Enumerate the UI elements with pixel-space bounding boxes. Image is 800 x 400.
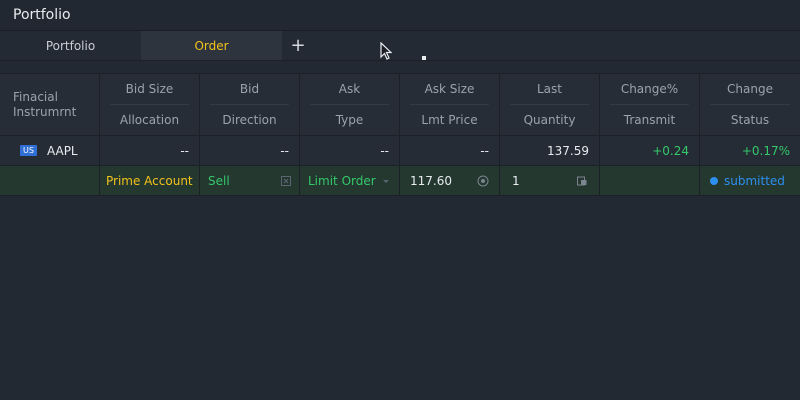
tab-portfolio[interactable]: Portfolio — [0, 31, 141, 60]
order-type-dropdown[interactable]: Limit Order — [300, 166, 400, 195]
order-row[interactable]: Prime Account Sell Limit Order 117.60 1 — [0, 166, 800, 196]
header-ask-size: Ask Size — [424, 82, 475, 96]
header-last-quantity: Last Quantity — [500, 74, 600, 135]
header-bidsize-allocation: Bid Size Allocation — [100, 74, 200, 135]
transmit-cell[interactable] — [600, 166, 700, 195]
bid-size-cell: -- — [100, 136, 200, 165]
symbol: AAPL — [46, 143, 78, 158]
direction-cell[interactable]: Sell — [200, 166, 300, 195]
bid-cell: -- — [200, 136, 300, 165]
last-cell: 137.59 — [500, 136, 600, 165]
window-title-text: Portfolio — [13, 7, 71, 23]
header-quantity: Quantity — [523, 113, 576, 127]
header-bid-direction: Bid Direction — [200, 74, 300, 135]
quantity-input[interactable]: 1 — [500, 166, 600, 195]
header-asksize-lmtprice: Ask Size Lmt Price — [400, 74, 500, 135]
ask-size-cell: -- — [400, 136, 500, 165]
direction-toggle-icon[interactable] — [281, 175, 291, 186]
window-title: Portfolio — [0, 0, 800, 31]
quote-row[interactable]: US AAPL -- -- -- -- 137.59 +0.24 +0.17% — [0, 136, 800, 166]
header-changepct-transmit: Change% Transmit — [600, 74, 700, 135]
mouse-pointer-icon — [380, 42, 392, 60]
plus-icon: + — [290, 35, 306, 56]
table-header-row: Finacial Instrumrnt Bid Size Allocation … — [0, 74, 800, 136]
header-bid: Bid — [239, 82, 260, 96]
lmt-price-value: 117.60 — [410, 173, 452, 188]
header-instrument: Finacial Instrumrnt — [0, 74, 100, 135]
header-change-status: Change Status — [700, 74, 800, 135]
order-instrument-cell — [0, 166, 100, 195]
lmt-price-input[interactable]: 117.60 — [400, 166, 500, 195]
header-change-pct: Change% — [620, 82, 679, 96]
tab-order[interactable]: Order — [141, 31, 282, 60]
header-last: Last — [537, 82, 562, 96]
header-status: Status — [730, 113, 770, 127]
marker-dot — [422, 56, 426, 60]
add-tab-button[interactable]: + — [282, 31, 314, 60]
header-bid-size: Bid Size — [125, 82, 174, 96]
header-type: Type — [335, 113, 364, 127]
portfolio-table: Finacial Instrumrnt Bid Size Allocation … — [0, 73, 800, 196]
ask-cell: -- — [300, 136, 400, 165]
instrument-cell[interactable]: US AAPL — [0, 136, 100, 165]
allocation-value: Prime Account — [106, 173, 193, 188]
tab-order-label: Order — [194, 38, 229, 53]
change-pct-cell: +0.24 — [600, 136, 700, 165]
tab-bar: Portfolio Order + — [0, 31, 800, 61]
direction-value: Sell — [208, 173, 230, 188]
status-dot-icon — [710, 176, 718, 185]
status-cell: submitted — [700, 166, 800, 195]
header-ask-type: Ask Type — [300, 74, 400, 135]
order-type-value: Limit Order — [308, 173, 376, 188]
tab-portfolio-label: Portfolio — [45, 38, 96, 53]
header-ask: Ask — [338, 82, 361, 96]
header-direction: Direction — [222, 113, 277, 127]
price-target-icon[interactable] — [477, 175, 489, 187]
header-lmt-price: Lmt Price — [421, 113, 478, 127]
status-value: submitted — [724, 173, 785, 188]
chevron-down-icon — [383, 179, 389, 183]
header-allocation: Allocation — [119, 113, 180, 127]
calculator-icon[interactable] — [577, 176, 587, 186]
header-instrument-label: Finacial Instrumrnt — [13, 89, 77, 119]
market-badge: US — [20, 145, 37, 156]
header-change: Change — [727, 82, 773, 96]
quantity-value: 1 — [512, 173, 520, 188]
header-transmit: Transmit — [623, 113, 676, 127]
allocation-cell[interactable]: Prime Account — [100, 166, 200, 195]
change-cell: +0.17% — [741, 143, 790, 158]
